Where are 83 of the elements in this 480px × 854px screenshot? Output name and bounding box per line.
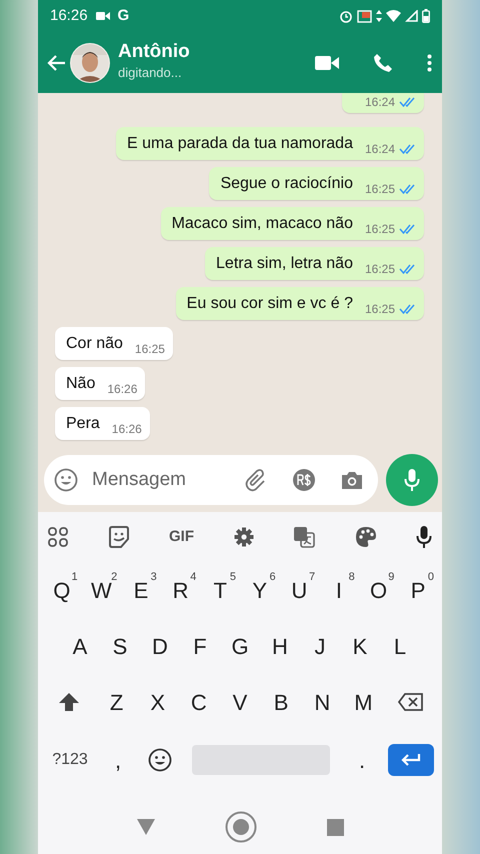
palette-icon[interactable] — [354, 526, 376, 548]
back-triangle-icon[interactable] — [136, 819, 154, 835]
contact-name[interactable]: Antônio — [118, 42, 190, 64]
keyboard-key[interactable]: J — [300, 618, 340, 674]
wifi-icon — [386, 10, 401, 22]
back-arrow-icon[interactable] — [46, 54, 66, 72]
emoji-icon[interactable] — [54, 468, 78, 492]
backspace-icon — [398, 693, 424, 711]
keyboard-key[interactable]: M — [342, 674, 384, 730]
data-arrows-icon — [376, 10, 382, 22]
home-icon[interactable] — [224, 811, 256, 843]
translate-icon[interactable] — [293, 526, 315, 548]
cast-icon — [357, 10, 372, 22]
phone-icon[interactable] — [373, 52, 393, 72]
message-time: 16:26 — [112, 421, 142, 438]
message-text: Pera — [66, 414, 100, 434]
microphone-icon — [404, 468, 420, 492]
key-hint: 8 — [348, 570, 355, 585]
message-time: 16:25 — [364, 261, 395, 278]
message-text: E uma parada da tua namorada — [127, 134, 353, 154]
symbols-key[interactable]: ?123 — [42, 740, 98, 780]
message-time: 16:26 — [107, 381, 138, 398]
comma-key[interactable]: , — [98, 740, 138, 780]
emoji-icon — [148, 748, 172, 772]
key-hint: 4 — [190, 570, 196, 585]
keyboard-key[interactable]: K — [340, 618, 380, 674]
message-time: 16:25 — [364, 301, 395, 318]
message-time: 16:25 — [364, 181, 395, 198]
message-text: Não — [66, 374, 96, 394]
video-call-icon[interactable] — [315, 54, 339, 70]
keyboard-key[interactable]: V — [219, 674, 261, 730]
more-options-icon[interactable] — [427, 54, 432, 72]
keyboard-key[interactable]: Z — [96, 674, 138, 730]
enter-arrow-icon — [400, 753, 422, 767]
message-time: 16:25 — [134, 341, 165, 358]
microphone-button[interactable] — [386, 454, 438, 506]
enter-key[interactable] — [388, 744, 434, 776]
key-hint: 6 — [269, 570, 276, 585]
message-text: Segue o raciocínio — [220, 174, 353, 194]
period-key[interactable]: . — [340, 740, 384, 780]
key-hint: 0 — [428, 570, 434, 585]
message-text: Eu sou cor sim e vc é ? — [186, 294, 353, 314]
message-time: 16:25 — [364, 221, 395, 238]
message-time: 16:24 — [364, 94, 395, 111]
video-camera-icon — [96, 11, 110, 21]
keyboard-key[interactable]: I 8 — [319, 562, 359, 618]
settings-icon[interactable] — [234, 527, 254, 547]
key-hint: 5 — [230, 570, 236, 585]
keyboard-key[interactable]: S — [100, 618, 140, 674]
keyboard-key[interactable]: G — [220, 618, 260, 674]
key-hint: 7 — [309, 570, 316, 585]
keyboard-key[interactable]: A — [60, 618, 100, 674]
keyboard-key[interactable]: N — [302, 674, 343, 730]
key-hint: 9 — [388, 570, 394, 585]
apps-grid-icon[interactable] — [48, 527, 68, 547]
message-field[interactable]: Mensagem — [90, 464, 220, 496]
key-hint: 3 — [150, 570, 157, 585]
carrier-letter: G — [118, 6, 130, 26]
message-time: 16:24 — [364, 141, 395, 158]
keyboard-key[interactable]: C — [178, 674, 220, 730]
typing-status: digitando... — [118, 64, 183, 82]
gif-button[interactable]: GIF — [169, 526, 194, 548]
recents-icon[interactable] — [326, 818, 344, 836]
battery-icon — [422, 9, 430, 23]
message-text: Cor não — [66, 334, 123, 354]
key-hint: 1 — [71, 570, 78, 585]
keyboard-key[interactable]: X — [137, 674, 178, 730]
key-hint: 2 — [111, 570, 118, 583]
signal-icon — [405, 10, 418, 22]
keyboard-key[interactable]: F — [180, 618, 220, 674]
message-text: Letra sim, letra não — [216, 254, 353, 274]
camera-icon[interactable] — [340, 470, 364, 490]
sticker-icon[interactable] — [108, 526, 130, 548]
alarm-icon — [339, 9, 353, 23]
keyboard-key[interactable]: D — [140, 618, 180, 674]
shift-arrow-icon — [59, 693, 79, 711]
voice-input-icon[interactable] — [416, 525, 432, 549]
keyboard-key[interactable]: H — [260, 618, 300, 674]
message-text: Macaco sim, macaco não — [172, 214, 353, 234]
keyboard-key[interactable]: B — [260, 674, 302, 730]
currency-icon[interactable] — [292, 468, 316, 492]
keyboard-key[interactable]: L — [380, 618, 420, 674]
status-time: 16:26 — [50, 6, 88, 26]
